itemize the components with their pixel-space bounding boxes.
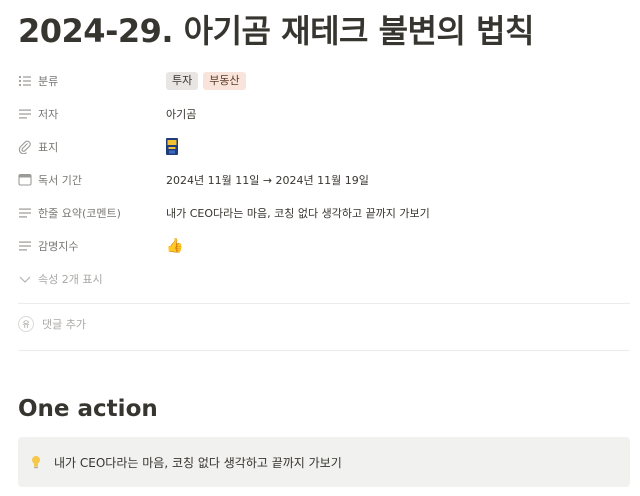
text-icon [19,241,31,250]
property-value-cover[interactable] [166,138,178,155]
property-key-impression[interactable]: 감명지수 [18,238,166,254]
property-key-category[interactable]: 분류 [18,73,166,89]
calendar-icon [18,173,32,186]
property-label-author: 저자 [38,107,59,121]
property-value-category[interactable]: 투자 부동산 [166,71,246,90]
properties-panel: 분류 투자 부동산 저자 아기곰 표지 독서 기간 2024년 11월 11일 … [18,64,630,295]
list-icon [18,75,31,86]
property-key-author[interactable]: 저자 [18,106,166,122]
property-row-author: 저자 아기곰 [18,97,630,130]
paperclip-icon [18,140,31,154]
add-comment[interactable]: 유 댓글 추가 [18,316,86,332]
tag-real-estate[interactable]: 부동산 [203,71,246,90]
divider-top [18,303,630,304]
divider-bottom [18,350,630,351]
property-label-category: 분류 [38,74,59,88]
add-comment-label: 댓글 추가 [42,318,86,331]
section-heading[interactable]: One action [18,396,158,422]
property-row-reading-period: 독서 기간 2024년 11월 11일 → 2024년 11월 19일 [18,163,630,196]
callout-block[interactable]: 내가 CEO다라는 마음, 코칭 없다 생각하고 끝까지 가보기 [18,437,630,487]
property-key-cover[interactable]: 표지 [18,139,166,155]
property-key-summary[interactable]: 한줄 요약(코멘트) [18,205,166,221]
avatar: 유 [18,316,34,332]
property-row-category: 분류 투자 부동산 [18,64,630,97]
property-value-reading-period[interactable]: 2024년 11월 11일 → 2024년 11월 19일 [166,172,369,188]
property-key-reading-period[interactable]: 독서 기간 [18,172,166,188]
tag-investment[interactable]: 투자 [166,71,199,90]
property-value-summary[interactable]: 내가 CEO다라는 마음, 코칭 없다 생각하고 끝까지 가보기 [166,205,430,221]
lightbulb-icon [32,456,40,469]
book-cover-thumbnail[interactable] [166,138,178,155]
thumbs-up-icon: 👍 [166,237,184,254]
page-title[interactable]: 2024-29. 아기곰 재테크 불변의 법칙 [18,6,534,52]
property-label-cover: 표지 [38,140,59,154]
property-row-summary: 한줄 요약(코멘트) 내가 CEO다라는 마음, 코칭 없다 생각하고 끝까지 … [18,196,630,229]
property-row-cover: 표지 [18,130,630,163]
show-more-properties[interactable]: 속성 2개 표시 [18,262,630,295]
property-label-reading-period: 독서 기간 [38,173,82,187]
text-icon [19,208,31,217]
show-more-properties-label: 속성 2개 표시 [38,272,103,286]
property-value-author[interactable]: 아기곰 [166,106,196,122]
chevron-down-icon [19,276,31,283]
callout-text: 내가 CEO다라는 마음, 코칭 없다 생각하고 끝까지 가보기 [54,455,342,470]
property-label-summary: 한줄 요약(코멘트) [38,206,121,220]
show-more-properties-key: 속성 2개 표시 [18,271,218,287]
text-icon [19,109,31,118]
property-row-impression: 감명지수 👍 [18,229,630,262]
property-label-impression: 감명지수 [38,239,79,253]
property-value-impression[interactable]: 👍 [166,239,183,253]
